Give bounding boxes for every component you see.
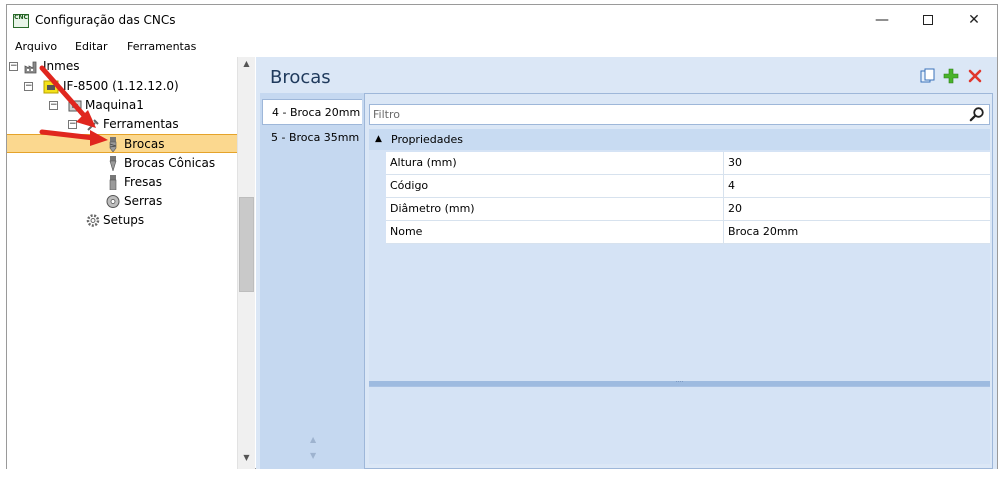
drill-bit-icon <box>109 137 117 152</box>
navigation-tree: − Inmes − IF-8500 (1.12.12.0) − Maquina1 <box>7 57 237 469</box>
tree-node-label: Setups <box>103 213 145 227</box>
title-bar[interactable]: CNC Configuração das CNCs — ✕ <box>7 5 997 35</box>
maximize-icon <box>923 15 933 25</box>
tree-node-label: Brocas Cônicas <box>124 156 216 170</box>
add-icon <box>943 68 959 84</box>
property-value[interactable]: 30 <box>724 152 990 174</box>
tree-node-setups[interactable]: Setups <box>7 211 237 230</box>
tree-node-serras[interactable]: Serras <box>7 192 237 211</box>
property-row[interactable]: Diâmetro (mm) 20 <box>386 198 990 221</box>
cnc-machine-icon <box>43 80 59 94</box>
collapse-toggle[interactable]: − <box>9 62 18 71</box>
property-name: Diâmetro (mm) <box>386 198 724 220</box>
app-icon: CNC <box>13 14 29 28</box>
minimize-button[interactable]: — <box>859 5 905 35</box>
tool-tabs: 4 - Broca 20mm 5 - Broca 35mm ▲ ▼ <box>260 93 364 469</box>
property-row[interactable]: Código 4 <box>386 175 990 198</box>
menu-editar[interactable]: Editar <box>75 40 108 53</box>
factory-icon <box>24 61 37 74</box>
maximize-button[interactable] <box>905 5 951 35</box>
tools-icon <box>87 119 99 131</box>
close-icon: ✕ <box>968 12 980 28</box>
tree-node-cnc[interactable]: − IF-8500 (1.12.12.0) <box>7 77 237 96</box>
saw-blade-icon <box>106 195 120 208</box>
scroll-thumb[interactable] <box>239 197 254 292</box>
collapse-toggle[interactable]: − <box>49 101 58 110</box>
gear-icon <box>86 214 100 227</box>
property-row[interactable]: Nome Broca 20mm <box>386 221 990 244</box>
tab-broca-20mm[interactable]: 4 - Broca 20mm <box>262 99 362 125</box>
tabs-scroll-down-icon[interactable]: ▼ <box>310 451 316 460</box>
tree-node-label: Serras <box>124 194 163 208</box>
close-button[interactable]: ✕ <box>951 5 997 35</box>
scroll-down-arrow-icon[interactable]: ▼ <box>238 453 255 467</box>
menu-ferramentas[interactable]: Ferramentas <box>127 40 196 53</box>
minimize-icon: — <box>875 12 889 28</box>
tree-node-label: Inmes <box>43 59 80 73</box>
property-value[interactable]: 20 <box>724 198 990 220</box>
property-grid-container: ▲ Propriedades Altura (mm) 30 Código 4 D… <box>364 93 993 469</box>
collapse-toggle[interactable]: − <box>24 82 33 91</box>
tab-broca-35mm[interactable]: 5 - Broca 35mm <box>262 125 362 151</box>
category-row[interactable]: ▲ Propriedades <box>369 129 990 150</box>
filter-input[interactable] <box>373 106 953 123</box>
description-pane <box>369 386 990 464</box>
property-name: Código <box>386 175 724 197</box>
category-label: Propriedades <box>391 133 463 146</box>
conical-drill-icon <box>109 156 117 171</box>
tree-node-brocas-conicas[interactable]: Brocas Cônicas <box>7 154 237 173</box>
delete-icon <box>968 69 982 83</box>
tree-node-label: Brocas <box>124 137 165 151</box>
property-name: Nome <box>386 221 724 243</box>
collapse-arrow-icon[interactable]: ▲ <box>375 129 382 150</box>
milling-cutter-icon <box>109 175 117 190</box>
search-icon[interactable] <box>969 106 985 122</box>
menu-bar: Arquivo Editar Ferramentas <box>7 37 997 57</box>
tree-node-inmes[interactable]: − Inmes <box>7 57 237 76</box>
tree-node-label: Fresas <box>124 175 162 189</box>
tree-node-label: Ferramentas <box>103 117 179 131</box>
menu-arquivo[interactable]: Arquivo <box>15 40 57 53</box>
main-panel: Brocas 4 - Broca 20mm 5 - Broca 35mm ▲ ▼ <box>256 57 997 469</box>
tree-node-label: Maquina1 <box>85 98 144 112</box>
tabs-scroll-up-icon[interactable]: ▲ <box>310 435 316 444</box>
tree-node-brocas[interactable]: Brocas <box>7 134 237 153</box>
property-row[interactable]: Altura (mm) 30 <box>386 152 990 175</box>
tree-node-machine[interactable]: − Maquina1 <box>7 96 237 115</box>
add-button[interactable] <box>942 68 960 86</box>
property-value[interactable]: Broca 20mm <box>724 221 990 243</box>
tree-scrollbar[interactable]: ▲ ▼ <box>237 57 255 469</box>
collapse-toggle[interactable]: − <box>68 120 77 129</box>
filter-box <box>369 104 990 125</box>
window-title: Configuração das CNCs <box>35 13 176 27</box>
app-window: CNC Configuração das CNCs — ✕ Arquivo Ed… <box>6 4 998 469</box>
copy-button[interactable] <box>919 68 937 86</box>
tree-node-label: IF-8500 (1.12.12.0) <box>63 79 179 93</box>
tree-node-fresas[interactable]: Fresas <box>7 173 237 192</box>
property-name: Altura (mm) <box>386 152 724 174</box>
delete-button[interactable] <box>966 68 984 86</box>
machine-icon <box>68 100 82 112</box>
copy-icon <box>920 68 935 83</box>
scroll-up-arrow-icon[interactable]: ▲ <box>238 59 255 73</box>
property-value[interactable]: 4 <box>724 175 990 197</box>
tree-node-tools[interactable]: − Ferramentas <box>7 115 237 134</box>
page-title: Brocas <box>270 67 331 88</box>
property-grid: ▲ Propriedades Altura (mm) 30 Código 4 D… <box>369 129 990 384</box>
